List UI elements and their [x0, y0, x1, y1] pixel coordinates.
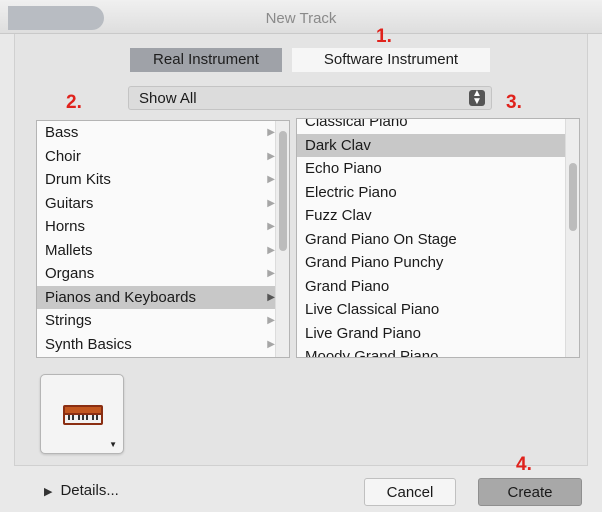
preset-item[interactable]: Live Classical Piano [297, 298, 565, 322]
chevron-right-icon: ▶ [267, 291, 275, 303]
preset-scrollbar[interactable] [565, 119, 579, 357]
preset-item[interactable]: Grand Piano On Stage [297, 228, 565, 252]
category-label: Drum Kits [45, 171, 111, 188]
preset-item[interactable]: Fuzz Clav [297, 204, 565, 228]
preset-item[interactable]: Grand Piano Punchy [297, 251, 565, 275]
category-item[interactable]: Synth Basics ▶ [37, 333, 289, 357]
preset-label: Live Classical Piano [305, 301, 440, 318]
preset-item[interactable]: Classical Piano [297, 118, 565, 134]
preset-label: Electric Piano [305, 183, 397, 201]
filter-value: Show All [139, 90, 197, 107]
annotation-1: 1. [376, 26, 392, 47]
details-label: Details... [60, 482, 119, 499]
category-label: Bass [45, 124, 79, 141]
category-label: Strings [45, 312, 92, 329]
chevron-right-icon: ▶ [267, 150, 275, 162]
preset-list[interactable]: Classical Piano Dark Clav Echo Piano Electr… [296, 118, 580, 358]
category-scroll-thumb[interactable] [279, 131, 287, 251]
preset-item[interactable]: Electric Piano [297, 181, 565, 205]
details-disclosure[interactable]: ▶ Details... [44, 482, 119, 499]
window-title: New Track [265, 10, 337, 27]
preset-item[interactable]: Grand Piano [297, 275, 565, 299]
show-filter-popup[interactable]: Show All ▲ ▼ [128, 86, 492, 110]
annotation-3: 3. [506, 92, 522, 113]
chevron-right-icon: ▶ [267, 221, 275, 232]
preset-label: Classical Piano [305, 118, 408, 130]
category-label: Pianos and Keyboards [45, 288, 196, 306]
popup-arrows-icon: ▲ ▼ [469, 89, 485, 107]
disclosure-triangle-icon: ▶ [44, 486, 53, 498]
preset-label: Moody Grand Piano [305, 348, 439, 358]
preset-item[interactable]: Moody Grand Piano [297, 345, 565, 358]
chevron-right-icon: ▶ [267, 197, 275, 209]
chevron-right-icon: ▶ [267, 315, 275, 326]
annotation-4: 4. [516, 454, 532, 475]
preset-label: Grand Piano On Stage [305, 230, 457, 248]
category-list[interactable]: Bass ▶ Choir ▶ Drum Kits ▶ Guitars ▶ Horns ▶ Malle… [36, 120, 290, 358]
category-item[interactable]: Bass ▶ [37, 121, 289, 145]
category-label: Synth Basics [45, 335, 132, 353]
preset-label: Echo Piano [305, 160, 382, 177]
cancel-button[interactable]: Cancel [364, 478, 456, 506]
create-button[interactable]: Create [478, 478, 582, 506]
category-item[interactable]: Guitars ▶ [37, 192, 289, 216]
category-label: Guitars [45, 194, 94, 212]
instrument-icon-picker[interactable]: ▼ [40, 374, 124, 454]
chevron-right-icon: ▶ [267, 338, 275, 350]
chevron-right-icon: ▶ [267, 127, 275, 138]
category-item[interactable]: Mallets ▶ [37, 239, 289, 263]
preset-label: Grand Piano Punchy [305, 254, 444, 271]
preset-item[interactable]: Live Grand Piano [297, 322, 565, 346]
category-label: Choir [45, 147, 81, 165]
category-label: Organs [45, 265, 95, 282]
chevron-down-icon: ▼ [109, 440, 117, 449]
tab-real-instrument[interactable]: Real Instrument [130, 48, 282, 72]
preset-label: Grand Piano [305, 277, 390, 295]
category-scrollbar[interactable] [275, 121, 289, 357]
preset-label: Dark Clav [305, 136, 371, 154]
category-item[interactable]: Strings ▶ [37, 309, 289, 333]
category-label: Mallets [45, 241, 93, 259]
preset-item[interactable]: Dark Clav [297, 133, 565, 157]
preset-item[interactable]: Echo Piano [297, 157, 565, 181]
preset-label: Live Grand Piano [305, 324, 421, 342]
tab-software-instrument[interactable]: Software Instrument [292, 48, 490, 72]
category-item[interactable]: Organs ▶ [37, 262, 289, 286]
preset-label: Fuzz Clav [305, 207, 372, 224]
category-item[interactable]: Horns ▶ [37, 215, 289, 239]
title-bar: New Track [0, 0, 602, 34]
category-label: Horns [45, 218, 86, 235]
category-item[interactable]: Choir ▶ [37, 145, 289, 169]
category-item[interactable]: Pianos and Keyboards ▶ [37, 285, 289, 309]
chevron-right-icon: ▶ [267, 244, 275, 256]
chevron-right-icon: ▶ [267, 268, 275, 279]
annotation-2: 2. [66, 92, 82, 113]
chevron-right-icon: ▶ [267, 174, 275, 185]
category-item[interactable]: Drum Kits ▶ [37, 168, 289, 192]
preset-scroll-thumb[interactable] [569, 163, 577, 231]
